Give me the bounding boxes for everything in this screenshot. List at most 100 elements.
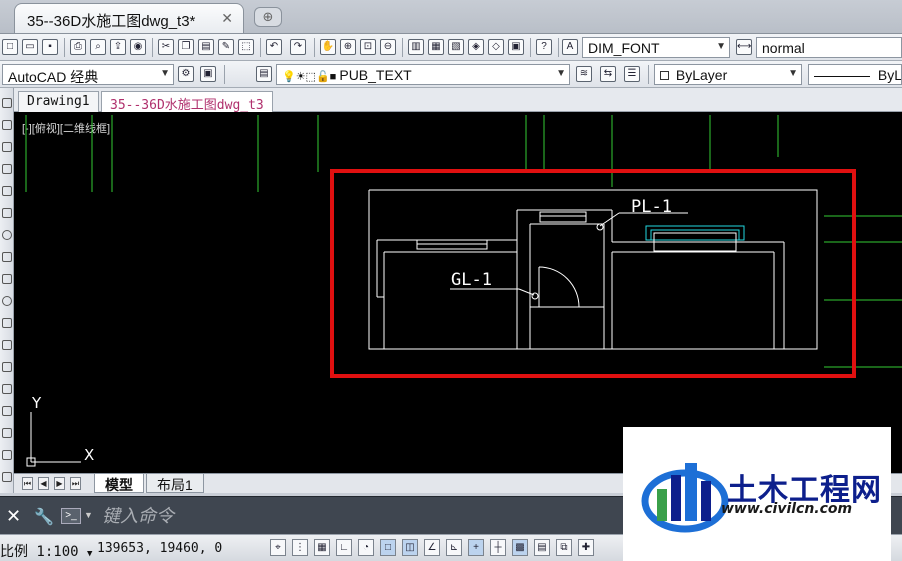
make-current-layer-icon[interactable]: ≋ — [576, 66, 592, 82]
new-tab-button[interactable]: ⊕ — [254, 7, 282, 27]
infer-constraints-icon[interactable]: ⌖ — [270, 539, 286, 556]
dim-style-value: normal — [762, 40, 805, 56]
transparency-icon[interactable]: ▩ — [512, 539, 528, 556]
construction-line-icon[interactable] — [2, 120, 12, 130]
wrench-icon[interactable]: 🔧 — [34, 507, 54, 527]
dim-style-icon[interactable]: ⟷ — [736, 39, 752, 55]
help-icon[interactable]: ? — [536, 39, 552, 55]
make-block-icon[interactable] — [2, 362, 12, 372]
ortho-mode-icon[interactable]: ∟ — [336, 539, 352, 556]
doc-tab-active-drawing[interactable]: 35--36D水施工图dwg_t3 — [101, 91, 273, 113]
dynamic-input-icon[interactable]: + — [468, 539, 484, 556]
site-watermark: 土木工程网 www.civilcn.com — [623, 427, 891, 561]
close-icon[interactable]: ✕ — [6, 506, 21, 527]
annotation-monitor-icon[interactable]: ✚ — [578, 539, 594, 556]
layer-manager-icon[interactable]: ▤ — [256, 66, 272, 82]
workspace-select[interactable]: AutoCAD 经典 ▼ — [2, 64, 174, 85]
doc-tab-drawing1[interactable]: Drawing1 — [18, 91, 99, 112]
dynamic-ucs-icon[interactable]: ⊾ — [446, 539, 462, 556]
ellipse-icon[interactable] — [2, 296, 12, 306]
prev-layout-icon[interactable]: ◀ — [38, 477, 49, 490]
object-snap-tracking-icon[interactable]: ∠ — [424, 539, 440, 556]
ellipse-arc-icon[interactable] — [2, 318, 12, 328]
design-center-icon[interactable]: ▦ — [428, 39, 444, 55]
file-tab[interactable]: 35--36D水施工图dwg_t3* ✕ — [14, 3, 244, 33]
save-icon[interactable]: ▪ — [42, 39, 58, 55]
window — [539, 211, 587, 223]
revision-cloud-icon[interactable] — [2, 252, 12, 262]
region-icon[interactable] — [2, 450, 12, 460]
layer-previous-icon[interactable]: ⇆ — [600, 66, 616, 82]
polar-tracking-icon[interactable]: ◔ — [358, 539, 374, 556]
publish-icon[interactable]: ⇪ — [110, 39, 126, 55]
tab-model[interactable]: 模型 — [94, 474, 144, 493]
grid-display-icon[interactable]: ▦ — [314, 539, 330, 556]
zoom-realtime-icon[interactable]: ⊕ — [340, 39, 356, 55]
table-icon[interactable] — [2, 472, 12, 482]
selection-cycling-icon[interactable]: ⧉ — [556, 539, 572, 556]
color-swatch — [660, 71, 669, 80]
polyline-icon[interactable] — [2, 142, 12, 152]
first-layout-icon[interactable]: ⏮ — [22, 477, 33, 490]
polygon-icon[interactable] — [2, 164, 12, 174]
paste-icon[interactable]: ▤ — [198, 39, 214, 55]
toolbar-divider — [648, 65, 649, 84]
object-snap-icon[interactable]: □ — [380, 539, 396, 556]
rectangle-icon[interactable] — [2, 186, 12, 196]
chevron-down-icon[interactable]: ▼ — [84, 510, 93, 520]
print-icon[interactable]: ⎙ — [70, 39, 86, 55]
cut-icon[interactable]: ✂ — [158, 39, 174, 55]
zoom-previous-icon[interactable]: ⊖ — [380, 39, 396, 55]
3d-dwf-icon[interactable]: ◉ — [130, 39, 146, 55]
properties-icon[interactable]: ▥ — [408, 39, 424, 55]
arc-icon[interactable] — [2, 208, 12, 218]
quick-properties-icon[interactable]: ▤ — [534, 539, 550, 556]
snap-mode-icon[interactable]: ⋮ — [292, 539, 308, 556]
logo-building — [671, 475, 681, 521]
tab-layout1[interactable]: 布局1 — [146, 474, 204, 493]
pipe-marker — [531, 292, 539, 300]
layer-states-icon[interactable]: ☰ — [624, 66, 640, 82]
command-prompt-icon[interactable]: >_ — [61, 508, 81, 524]
copy-icon[interactable]: ❐ — [178, 39, 194, 55]
linetype-select[interactable]: ByL — [808, 64, 902, 85]
open-folder-icon[interactable]: ▭ — [22, 39, 38, 55]
hatch-icon[interactable] — [2, 406, 12, 416]
insert-block-icon[interactable] — [2, 340, 12, 350]
calculator-icon[interactable]: ▣ — [508, 39, 524, 55]
command-input[interactable] — [102, 503, 622, 529]
new-file-icon[interactable]: □ — [2, 39, 18, 55]
3d-object-snap-icon[interactable]: ◫ — [402, 539, 418, 556]
color-select[interactable]: ByLayer ▼ — [654, 64, 802, 85]
drawing-canvas[interactable]: [-][俯视][二维线框] PL-1 GL-1 Y X — [14, 112, 902, 473]
sheet-set-icon[interactable]: ◈ — [468, 39, 484, 55]
annotation-scale[interactable]: 比例 1:100 ▼ — [0, 541, 92, 561]
annotation-scale-value: 比例 1:100 — [0, 544, 79, 560]
last-layout-icon[interactable]: ⏭ — [70, 477, 81, 490]
workspace-settings-icon[interactable]: ⚙ — [178, 66, 194, 82]
pan-icon[interactable]: ✋ — [320, 39, 336, 55]
dim-style-select[interactable]: normal — [756, 37, 902, 58]
line-tool-icon[interactable] — [2, 98, 12, 108]
lineweight-icon[interactable]: ┼ — [490, 539, 506, 556]
tool-palettes-icon[interactable]: ▧ — [448, 39, 464, 55]
spline-icon[interactable] — [2, 274, 12, 284]
zoom-window-icon[interactable]: ⊡ — [360, 39, 376, 55]
text-style-select[interactable]: DIM_FONT ▼ — [582, 37, 730, 58]
undo-icon[interactable]: ↶ — [266, 39, 282, 55]
point-icon[interactable] — [2, 384, 12, 394]
print-preview-icon[interactable]: ⌕ — [90, 39, 106, 55]
match-properties-icon[interactable]: ✎ — [218, 39, 234, 55]
file-tab-bar: 35--36D水施工图dwg_t3* ✕ ⊕ — [0, 0, 902, 34]
customize-icon[interactable]: ▣ — [200, 66, 216, 82]
next-layout-icon[interactable]: ▶ — [54, 477, 65, 490]
close-icon[interactable]: ✕ — [221, 10, 233, 27]
redo-icon[interactable]: ↷ — [290, 39, 306, 55]
gradient-icon[interactable] — [2, 428, 12, 438]
text-style-icon[interactable]: A — [562, 39, 578, 55]
circle-icon[interactable] — [2, 230, 12, 240]
markup-icon[interactable]: ◇ — [488, 39, 504, 55]
linetype-preview — [814, 75, 870, 77]
block-editor-icon[interactable]: ⬚ — [238, 39, 254, 55]
layer-select[interactable]: 💡☀⬚🔓■ PUB_TEXT ▼ — [276, 64, 570, 85]
